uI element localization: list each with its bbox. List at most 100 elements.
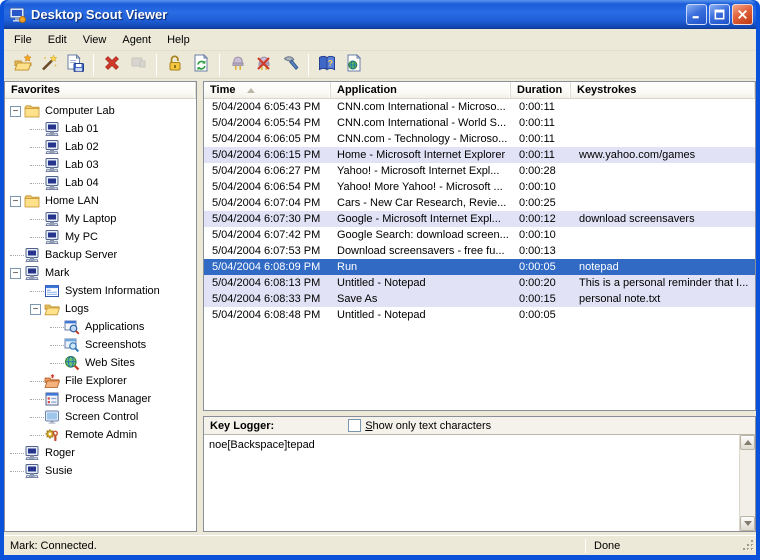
toolbar-separator [219,54,220,76]
favorites-tree: −Computer LabLab 01Lab 02 Lab 03 Lab 04−Ho… [5,99,196,531]
log-cell-application: Google Search: download screen... [331,229,511,241]
keylogger-text: noe[Backspace]tepad [204,435,755,451]
column-header-time[interactable]: Time [204,82,331,98]
log-row[interactable]: 5/04/2004 6:06:05 PMCNN.com - Technology… [204,131,755,147]
log-cell-time: 5/04/2004 6:05:43 PM [204,101,331,113]
tree-item-screen-control[interactable]: Screen Control [10,408,196,426]
column-header-keystrokes[interactable]: Keystrokes [571,82,755,98]
rename-button[interactable] [125,52,151,78]
collapse-minus-icon[interactable]: − [10,106,21,117]
log-cell-duration: 0:00:05 [511,261,571,273]
titlebar[interactable]: Desktop Scout Viewer [4,0,756,29]
maximize-button[interactable] [709,4,730,25]
activity-log-table: TimeApplicationDurationKeystrokes 5/04/2… [203,81,756,411]
scroll-up-button[interactable] [740,435,755,450]
tree-item-susie[interactable]: Susie [10,462,196,480]
web-log-button[interactable] [340,52,366,78]
save-log-icon [65,53,85,76]
lock-button[interactable] [162,52,188,78]
keylogger-checkbox-label[interactable]: Show only text characters [365,420,491,432]
tree-item-home-lan[interactable]: −Home LAN [10,192,196,210]
tree-connector [30,291,44,292]
log-cell-duration: 0:00:11 [511,101,571,113]
help-button[interactable]: ? [314,52,340,78]
tree-item-lab-03[interactable]: Lab 03 [10,156,196,174]
close-button[interactable] [732,4,753,25]
log-row[interactable]: 5/04/2004 6:07:30 PMGoogle - Microsoft I… [204,211,755,227]
tree-item-process-manager[interactable]: Process Manager [10,390,196,408]
tree-item-computer-lab[interactable]: −Computer Lab [10,102,196,120]
column-header-application[interactable]: Application [331,82,511,98]
menu-agent[interactable]: Agent [114,31,159,49]
system-info-icon [44,283,60,299]
tree-item-roger[interactable]: Roger [10,444,196,462]
log-row[interactable]: 5/04/2004 6:08:33 PMSave As0:00:15person… [204,291,755,307]
minimize-button[interactable] [686,4,707,25]
log-row[interactable]: 5/04/2004 6:07:42 PMGoogle Search: downl… [204,227,755,243]
tree-item-my-laptop[interactable]: My Laptop [10,210,196,228]
tree-item-label: Screenshots [85,339,146,351]
keylogger-scrollbar[interactable] [739,435,755,531]
tree-item-lab-04[interactable]: Lab 04 [10,174,196,192]
collapse-minus-icon[interactable]: − [30,304,41,315]
menu-help[interactable]: Help [159,31,198,49]
save-log-button[interactable] [62,52,88,78]
log-row[interactable]: 5/04/2004 6:08:48 PMUntitled - Notepad0:… [204,307,755,323]
log-cell-time: 5/04/2004 6:08:48 PM [204,309,331,321]
tree-item-screenshots[interactable]: Screenshots [10,336,196,354]
open-button[interactable] [10,52,36,78]
tree-item-applications[interactable]: Applications [10,318,196,336]
log-row[interactable]: 5/04/2004 6:06:15 PMHome - Microsoft Int… [204,147,755,163]
tree-item-mark[interactable]: − Mark [10,264,196,282]
log-cell-application: Run [331,261,511,273]
log-cell-application: Home - Microsoft Internet Explorer [331,149,511,161]
toolbar: ? [4,51,756,79]
disconnect-button[interactable] [251,52,277,78]
tree-item-lab-01[interactable]: Lab 01 [10,120,196,138]
tree-item-system-information[interactable]: System Information [10,282,196,300]
show-text-only-checkbox[interactable] [348,419,361,432]
log-cell-duration: 0:00:10 [511,229,571,241]
collapse-minus-icon[interactable]: − [10,196,21,207]
tree-item-logs[interactable]: −Logs [10,300,196,318]
delete-button[interactable] [99,52,125,78]
tools-button[interactable] [277,52,303,78]
log-row[interactable]: 5/04/2004 6:07:53 PMDownload screensaver… [204,243,755,259]
log-cell-duration: 0:00:13 [511,245,571,257]
app-icon[interactable] [9,6,27,24]
column-header-duration[interactable]: Duration [511,82,571,98]
collapse-minus-icon[interactable]: − [10,268,21,279]
tree-item-label: Lab 03 [65,159,99,171]
wizard-button[interactable] [36,52,62,78]
log-row[interactable]: 5/04/2004 6:08:13 PMUntitled - Notepad0:… [204,275,755,291]
log-row[interactable]: 5/04/2004 6:06:54 PMYahoo! More Yahoo! -… [204,179,755,195]
menu-file[interactable]: File [6,31,40,49]
tree-item-label: File Explorer [65,375,127,387]
tree-item-lab-02[interactable]: Lab 02 [10,138,196,156]
log-cell-application: CNN.com International - World S... [331,117,511,129]
log-row[interactable]: 5/04/2004 6:08:09 PMRun0:00:05notepad [204,259,755,275]
tree-item-label: Mark [45,267,69,279]
menu-edit[interactable]: Edit [40,31,75,49]
favorites-header[interactable]: Favorites [5,82,196,99]
log-row[interactable]: 5/04/2004 6:05:54 PMCNN.com Internationa… [204,115,755,131]
menu-view[interactable]: View [75,31,115,49]
refresh-log-button[interactable] [188,52,214,78]
tree-item-file-explorer[interactable]: File Explorer [10,372,196,390]
log-cell-duration: 0:00:11 [511,117,571,129]
tree-item-web-sites[interactable]: Web Sites [10,354,196,372]
connect-button[interactable] [225,52,251,78]
log-row[interactable]: 5/04/2004 6:07:04 PMCars - New Car Resea… [204,195,755,211]
log-row[interactable]: 5/04/2004 6:06:27 PMYahoo! - Microsoft I… [204,163,755,179]
log-cell-duration: 0:00:11 [511,149,571,161]
screenshot-log-icon [64,337,80,353]
log-row[interactable]: 5/04/2004 6:05:43 PMCNN.com Internationa… [204,99,755,115]
favorites-header-label: Favorites [11,84,60,96]
tree-item-my-pc[interactable]: My PC [10,228,196,246]
folder-closed-icon [24,103,40,119]
tree-item-backup-server[interactable]: Backup Server [10,246,196,264]
padlock-icon [165,53,185,76]
resize-grip[interactable] [742,539,755,552]
scroll-down-button[interactable] [740,516,755,531]
tree-item-remote-admin[interactable]: Remote Admin [10,426,196,444]
